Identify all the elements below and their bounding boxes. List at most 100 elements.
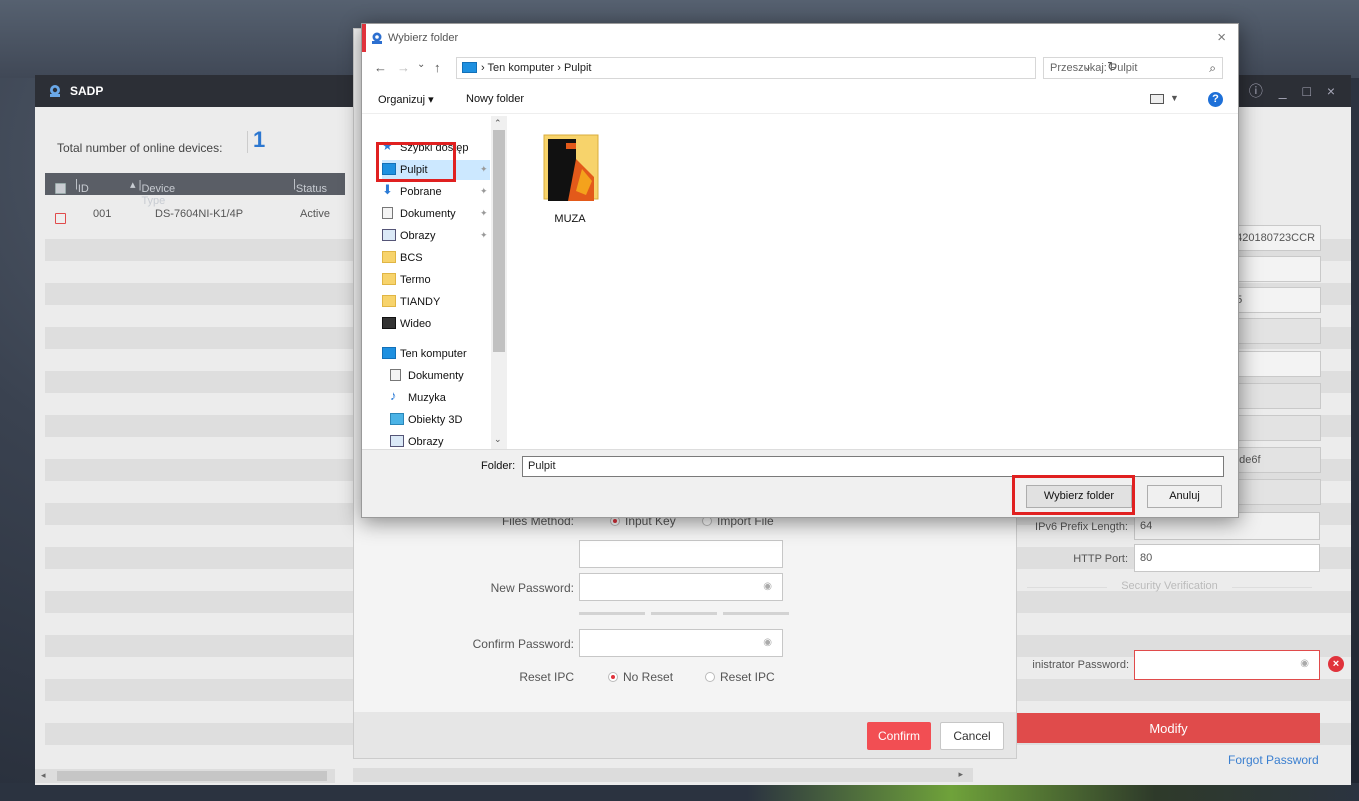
- close-icon[interactable]: ×: [1217, 29, 1226, 46]
- pictures-icon: [390, 435, 404, 447]
- sadp-logo-icon: [50, 85, 60, 97]
- sidebar-item-ten-komputer[interactable]: Ten komputer: [382, 344, 490, 364]
- eye-icon[interactable]: ◉: [763, 581, 772, 592]
- modify-button[interactable]: Modify: [1017, 713, 1320, 743]
- detail-field: [1225, 383, 1321, 409]
- ipv6-field: 3:de6f: [1225, 447, 1321, 473]
- sidebar-item-pobrane[interactable]: ⬇ Pobrane ✦: [382, 182, 490, 202]
- sidebar-item-muzyka[interactable]: ♪ Muzyka: [390, 388, 490, 408]
- sidebar-item-termo[interactable]: Termo: [382, 270, 490, 290]
- detail-field[interactable]: [1225, 256, 1321, 282]
- serial-field[interactable]: 0420180723CCR: [1225, 225, 1321, 251]
- cancel-button[interactable]: Anuluj: [1147, 485, 1222, 508]
- scroll-right-icon[interactable]: ▸: [958, 769, 963, 780]
- http-port-input[interactable]: 80: [1134, 544, 1320, 572]
- sidebar-item-wideo[interactable]: Wideo: [382, 314, 490, 334]
- view-icon[interactable]: [1150, 94, 1164, 104]
- app-icon: [372, 32, 382, 44]
- folder-input[interactable]: Pulpit: [522, 456, 1224, 477]
- sidebar-item-bcs[interactable]: BCS: [382, 248, 490, 268]
- online-devices-label: Total number of online devices:: [57, 141, 223, 155]
- highlight-box: [1012, 475, 1135, 515]
- eye-icon[interactable]: ◉: [1300, 658, 1309, 669]
- back-arrow-icon[interactable]: ←: [374, 60, 387, 75]
- scroll-left-icon[interactable]: ◂: [41, 770, 46, 781]
- password-strength-bar: [651, 612, 717, 615]
- forgot-password-link[interactable]: Forgot Password: [1228, 753, 1319, 767]
- folder-picker-dialog: Wybierz folder × ← → ⌄ ↑ › Ten komputer …: [361, 23, 1239, 518]
- folder-icon: [382, 273, 396, 285]
- admin-password-label: inistrator Password:: [1032, 659, 1129, 671]
- folder-icon[interactable]: [538, 129, 602, 225]
- divider: [247, 131, 248, 153]
- folder-icon: [382, 251, 396, 263]
- online-devices-count: 1: [253, 127, 266, 152]
- pin-icon: ✦: [480, 230, 488, 240]
- detail-field[interactable]: [1225, 351, 1321, 377]
- reset-ipc-radio[interactable]: Reset IPC: [705, 670, 775, 684]
- search-input[interactable]: Przeszukaj: Pulpit ⌕: [1043, 57, 1223, 79]
- cube-icon: [390, 413, 404, 425]
- folder-label: Folder:: [481, 460, 516, 472]
- document-icon: [390, 369, 401, 381]
- admin-password-input[interactable]: ◉: [1134, 650, 1320, 680]
- up-arrow-icon[interactable]: ↑: [434, 60, 441, 75]
- address-bar[interactable]: › Ten komputer › Pulpit ⌄ ↻: [456, 57, 1118, 79]
- app-title: SADP: [70, 84, 104, 98]
- pin-icon: ✦: [480, 208, 488, 218]
- sidebar-item-obiekty-3d[interactable]: Obiekty 3D: [390, 410, 490, 430]
- computer-icon: [382, 347, 396, 359]
- download-icon: ⬇: [382, 182, 393, 197]
- table-row[interactable]: 001 DS-7604NI-K1/4P Active: [45, 203, 345, 225]
- key-input[interactable]: [579, 540, 783, 568]
- cell-device-type: DS-7604NI-K1/4P: [155, 208, 244, 220]
- cancel-button[interactable]: Cancel: [940, 722, 1004, 750]
- forward-arrow-icon[interactable]: →: [397, 60, 410, 75]
- eye-icon[interactable]: ◉: [763, 637, 772, 648]
- scrollbar-thumb[interactable]: [57, 771, 327, 781]
- horizontal-scrollbar[interactable]: ▸: [353, 768, 973, 782]
- search-icon[interactable]: ⌕: [1209, 61, 1216, 76]
- cell-status: Active: [300, 208, 330, 220]
- vertical-scrollbar[interactable]: ⌃ ⌄: [491, 116, 507, 449]
- help-icon[interactable]: ?: [1208, 92, 1223, 107]
- confirm-button[interactable]: Confirm: [867, 722, 931, 750]
- dialog-title: Wybierz folder: [388, 32, 459, 44]
- confirm-password-input[interactable]: ◉: [579, 629, 783, 657]
- taskbar-strip: [0, 783, 1359, 801]
- no-reset-radio[interactable]: No Reset: [608, 670, 673, 684]
- sidebar-item-dokumenty[interactable]: Dokumenty ✦: [382, 204, 490, 224]
- new-password-input[interactable]: ◉: [579, 573, 783, 601]
- column-device-type[interactable]: ▴ | Device Type: [130, 178, 175, 207]
- security-verification-heading: Security Verification: [1017, 580, 1322, 592]
- device-table-header: | ID ▴ | Device Type | Status: [45, 173, 345, 207]
- sidebar-item-tiandy[interactable]: TIANDY: [382, 292, 490, 312]
- password-strength-bar: [723, 612, 789, 615]
- address-text: › Ten komputer › Pulpit: [481, 62, 592, 74]
- highlight-box: [376, 142, 456, 182]
- password-strength-bar: [579, 612, 645, 615]
- sidebar-item-obrazy-pc[interactable]: Obrazy: [390, 432, 490, 449]
- scrollbar-thumb[interactable]: [493, 130, 505, 352]
- scroll-up-icon[interactable]: ⌃: [494, 118, 502, 129]
- horizontal-scrollbar[interactable]: ◂: [35, 769, 335, 783]
- column-status[interactable]: | Status: [293, 178, 327, 195]
- chevron-down-icon[interactable]: ▼: [1170, 93, 1179, 103]
- port-field[interactable]: 45: [1225, 287, 1321, 313]
- error-icon: ×: [1328, 656, 1344, 672]
- detail-field: [1225, 415, 1321, 441]
- sidebar-item-obrazy[interactable]: Obrazy ✦: [382, 226, 490, 246]
- recent-locations-icon[interactable]: ⌄: [417, 59, 425, 70]
- cell-id: 001: [93, 208, 112, 220]
- sidebar-item-dokumenty-pc[interactable]: Dokumenty: [390, 366, 490, 386]
- organize-menu[interactable]: Organizuj ▾: [378, 93, 434, 106]
- music-icon: ♪: [390, 388, 397, 403]
- reset-ipc-label: Reset IPC: [519, 670, 574, 684]
- new-folder-button[interactable]: Nowy folder: [466, 93, 524, 105]
- new-password-label: New Password:: [490, 581, 574, 595]
- column-id[interactable]: | ID: [75, 178, 89, 195]
- toolbar: Organizuj ▾ Nowy folder ▼ ?: [362, 86, 1238, 114]
- scroll-down-icon[interactable]: ⌄: [494, 434, 502, 445]
- detail-field: [1225, 479, 1321, 505]
- file-name[interactable]: MUZA: [540, 213, 600, 225]
